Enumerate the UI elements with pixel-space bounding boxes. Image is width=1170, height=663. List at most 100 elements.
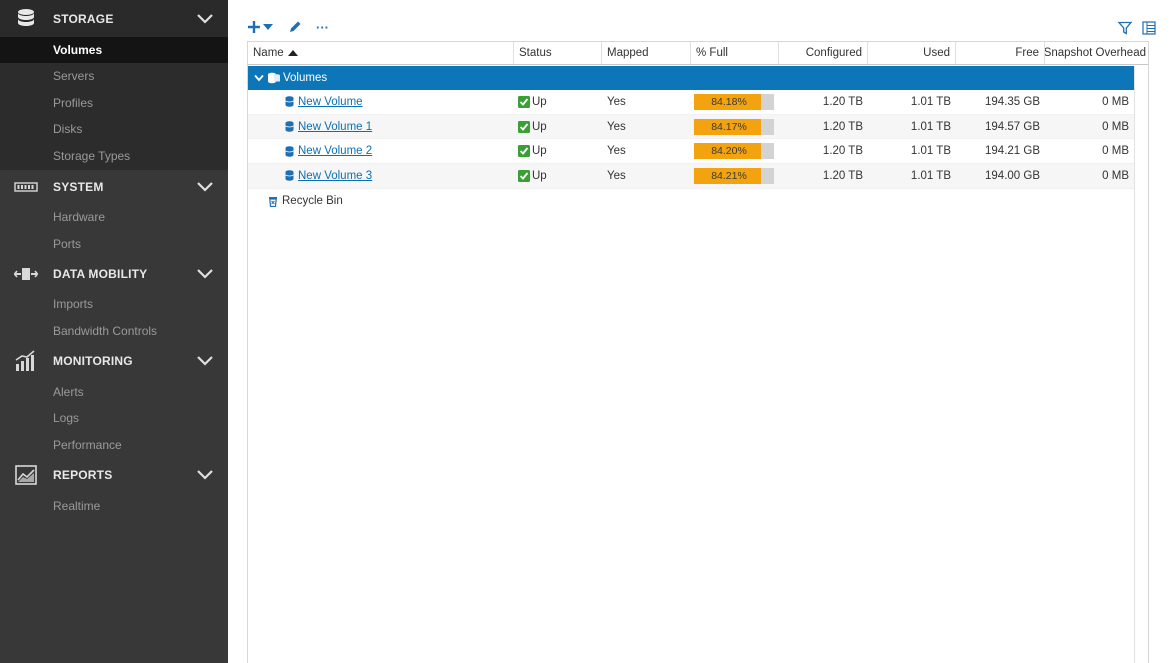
- database-icon: [14, 8, 38, 30]
- sidebar: STORAGE Volumes Servers Profiles Disks S…: [0, 0, 228, 663]
- add-button[interactable]: [248, 17, 274, 37]
- percent-full-bar: 84.21%: [694, 167, 774, 184]
- status-text: Up: [532, 95, 547, 108]
- toolbar: ···: [248, 16, 343, 38]
- mapped-value: Yes: [607, 95, 626, 108]
- table-row[interactable]: New Volume 3 Up Yes 84.21% 1.20 TB 1.01 …: [248, 164, 1134, 189]
- volume-name-link[interactable]: New Volume 2: [298, 145, 372, 157]
- toolbar-right: [1108, 18, 1156, 38]
- used-value: 1.01 TB: [910, 95, 951, 108]
- sidebar-item-hardware[interactable]: Hardware: [0, 204, 228, 230]
- column-header-status[interactable]: Status: [514, 42, 602, 64]
- column-header-name[interactable]: Name: [248, 42, 514, 64]
- monitoring-icon: [14, 350, 38, 372]
- columns-button[interactable]: [1142, 18, 1156, 38]
- main-content: ··· Name Status Mapped % Full Configured…: [228, 0, 1170, 663]
- vertical-scrollbar[interactable]: [1134, 66, 1148, 663]
- volume-icon: [285, 146, 294, 157]
- table-row[interactable]: New Volume 2 Up Yes 84.20% 1.20 TB 1.01 …: [248, 139, 1134, 165]
- volumes-group-icon: [268, 72, 280, 84]
- sidebar-section-data-mobility[interactable]: DATA MOBILITY: [0, 255, 228, 293]
- grid-header: Name Status Mapped % Full Configured Use…: [248, 42, 1148, 65]
- status-ok-icon: [518, 120, 530, 133]
- column-header-used[interactable]: Used: [868, 42, 956, 64]
- volume-icon: [285, 121, 294, 132]
- recycle-bin-label: Recycle Bin: [282, 195, 343, 208]
- chevron-down-icon[interactable]: [254, 74, 264, 82]
- mapped-value: Yes: [607, 145, 626, 158]
- volume-name-link[interactable]: New Volume: [298, 96, 363, 108]
- sidebar-item-storage-types[interactable]: Storage Types: [0, 143, 228, 169]
- sidebar-item-ports[interactable]: Ports: [0, 231, 228, 257]
- configured-value: 1.20 TB: [822, 120, 863, 133]
- sidebar-section-storage[interactable]: STORAGE: [0, 0, 228, 38]
- recycle-bin-row[interactable]: Recycle Bin: [248, 189, 1134, 214]
- group-label: Volumes: [283, 72, 328, 84]
- percent-full-label: 84.17%: [711, 120, 747, 133]
- used-value: 1.01 TB: [910, 145, 951, 158]
- column-header-mapped[interactable]: Mapped: [602, 42, 691, 64]
- sidebar-item-disks[interactable]: Disks: [0, 116, 228, 142]
- table-row[interactable]: New Volume Up Yes 84.18% 1.20 TB 1.01 TB…: [248, 90, 1134, 115]
- sidebar-item-logs[interactable]: Logs: [0, 405, 228, 431]
- grid-body: Volumes New Volume Up Yes 84.18% 1.20 TB…: [248, 66, 1134, 213]
- free-value: 194.57 GB: [985, 120, 1040, 133]
- table-row[interactable]: New Volume 1 Up Yes 84.17% 1.20 TB 1.01 …: [248, 114, 1134, 140]
- volume-name-link[interactable]: New Volume 3: [298, 170, 372, 182]
- more-button[interactable]: ···: [316, 17, 329, 37]
- sidebar-item-alerts[interactable]: Alerts: [0, 379, 228, 405]
- free-value: 194.00 GB: [985, 169, 1040, 182]
- group-row-volumes[interactable]: Volumes: [248, 66, 1134, 90]
- sidebar-section-monitoring[interactable]: MONITORING: [0, 342, 228, 380]
- volume-name-link[interactable]: New Volume 1: [298, 121, 372, 133]
- column-header-configured[interactable]: Configured: [779, 42, 868, 64]
- chevron-down-icon[interactable]: [196, 268, 214, 280]
- percent-full-label: 84.20%: [711, 145, 747, 158]
- sidebar-item-bandwidth-controls[interactable]: Bandwidth Controls: [0, 318, 228, 344]
- chevron-down-icon[interactable]: [196, 13, 214, 25]
- sidebar-item-volumes[interactable]: Volumes: [0, 37, 228, 63]
- edit-button[interactable]: [288, 17, 302, 37]
- status-text: Up: [532, 145, 547, 158]
- configured-value: 1.20 TB: [822, 95, 863, 108]
- status-ok-icon: [518, 169, 530, 182]
- chevron-down-icon[interactable]: [196, 355, 214, 367]
- status-text: Up: [532, 120, 547, 133]
- snapshot-overhead-value: 0 MB: [1102, 95, 1129, 108]
- percent-full-bar: 84.20%: [694, 143, 774, 160]
- mapped-value: Yes: [607, 169, 626, 182]
- status-ok-icon: [518, 145, 530, 158]
- column-header-percent-full[interactable]: % Full: [691, 42, 779, 64]
- percent-full-label: 84.18%: [711, 95, 747, 108]
- mapped-value: Yes: [607, 120, 626, 133]
- sidebar-item-profiles[interactable]: Profiles: [0, 90, 228, 116]
- data-mobility-icon: [13, 263, 39, 285]
- column-header-snapshot-overhead[interactable]: Snapshot Overhead: [1045, 42, 1148, 64]
- configured-value: 1.20 TB: [822, 169, 863, 182]
- sidebar-section-label: REPORTS: [53, 468, 113, 482]
- reports-icon: [14, 464, 38, 486]
- sidebar-item-servers[interactable]: Servers: [0, 63, 228, 89]
- status-text: Up: [532, 169, 547, 182]
- volumes-grid: Name Status Mapped % Full Configured Use…: [247, 41, 1149, 663]
- used-value: 1.01 TB: [910, 169, 951, 182]
- snapshot-overhead-value: 0 MB: [1102, 169, 1129, 182]
- status-ok-icon: [518, 95, 530, 108]
- free-value: 194.21 GB: [985, 145, 1040, 158]
- more-icon: ···: [316, 19, 329, 35]
- sidebar-section-label: DATA MOBILITY: [53, 267, 148, 281]
- sidebar-item-performance[interactable]: Performance: [0, 432, 228, 458]
- pencil-icon: [290, 21, 301, 32]
- configured-value: 1.20 TB: [822, 145, 863, 158]
- plus-icon: [248, 21, 273, 33]
- filter-button[interactable]: [1118, 18, 1132, 38]
- percent-full-bar: 84.18%: [694, 93, 774, 110]
- sidebar-section-reports[interactable]: REPORTS: [0, 456, 228, 494]
- volume-icon: [285, 170, 294, 182]
- sidebar-item-imports[interactable]: Imports: [0, 291, 228, 317]
- chevron-down-icon[interactable]: [196, 181, 214, 193]
- chevron-down-icon[interactable]: [196, 469, 214, 481]
- sidebar-section-system[interactable]: SYSTEM: [0, 168, 228, 206]
- sidebar-item-realtime[interactable]: Realtime: [0, 493, 228, 519]
- column-header-free[interactable]: Free: [956, 42, 1045, 64]
